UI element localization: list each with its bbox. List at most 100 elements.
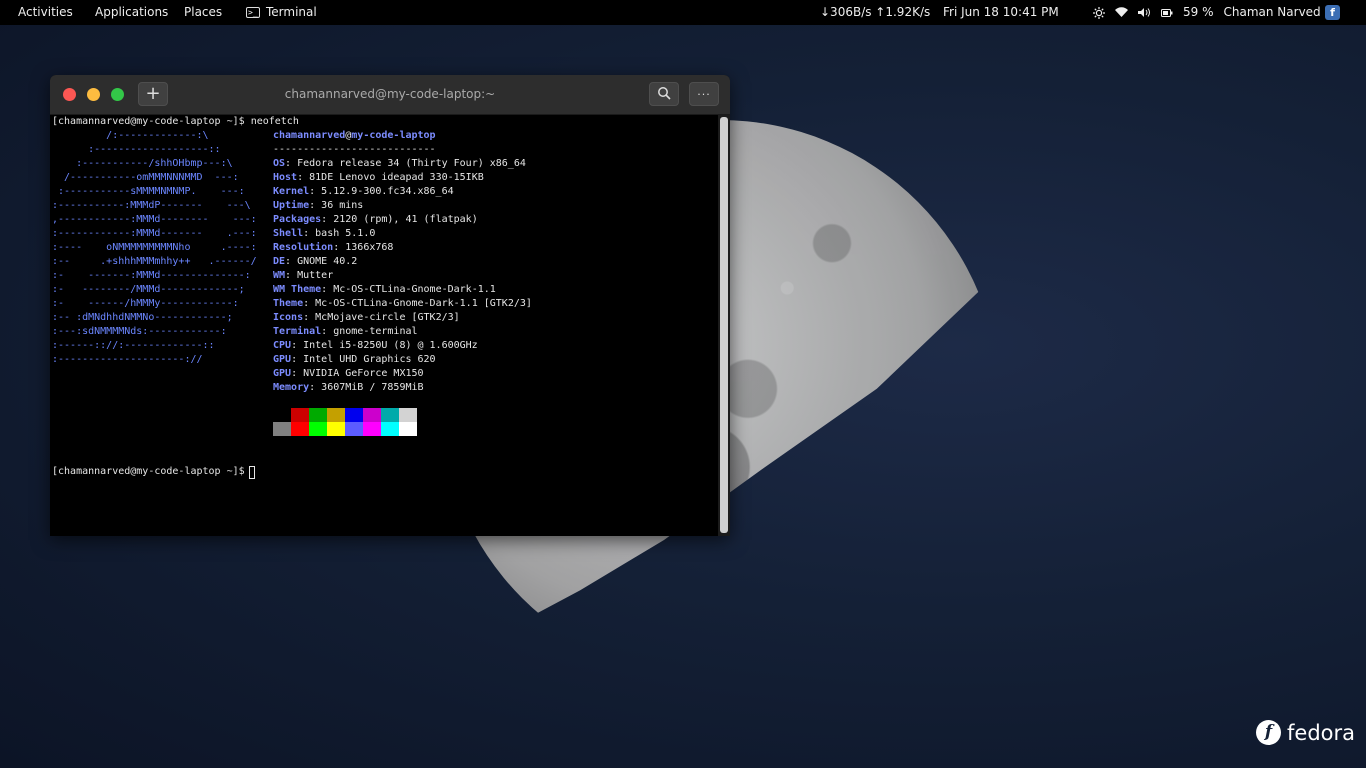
terminal-icon: >_ bbox=[246, 7, 260, 18]
info-value: 36 mins bbox=[321, 200, 364, 211]
info-value: 81DE Lenovo ideapad 330-15IKB bbox=[309, 172, 484, 183]
logo-line: ,------------:MMMd-------- ---: bbox=[52, 214, 257, 225]
info-key: OS bbox=[273, 158, 286, 169]
info-row: CPU: Intel i5-8250U (8) @ 1.600GHz bbox=[273, 340, 478, 351]
fedora-tray-icon[interactable]: f bbox=[1325, 5, 1340, 20]
palette-swatch bbox=[273, 408, 291, 422]
terminal-window[interactable]: + chamannarved@my-code-laptop:~ ··· [cha… bbox=[50, 75, 730, 536]
info-row: OS: Fedora release 34 (Thirty Four) x86_… bbox=[273, 158, 526, 169]
places-menu[interactable]: Places bbox=[184, 0, 222, 25]
scrollbar-thumb[interactable] bbox=[720, 117, 728, 533]
separator-line: --------------------------- bbox=[273, 144, 436, 155]
info-value: GNOME 40.2 bbox=[297, 256, 358, 267]
logo-line: /-----------omMMMNNNMMD ---: bbox=[52, 172, 239, 183]
user-name: Chaman Narved bbox=[1223, 5, 1321, 19]
logo-line: :- ------/hMMMy------------: bbox=[52, 298, 239, 309]
info-key: DE bbox=[273, 256, 286, 267]
second-prompt-line: [chamannarved@my-code-laptop ~]$ bbox=[52, 465, 251, 479]
minimize-button[interactable] bbox=[87, 88, 100, 101]
info-value: Intel UHD Graphics 620 bbox=[303, 354, 436, 365]
palette-swatch bbox=[399, 422, 417, 436]
info-key: WM Theme bbox=[273, 284, 322, 295]
activities-button[interactable]: Activities bbox=[18, 0, 73, 25]
new-tab-button[interactable]: + bbox=[138, 82, 168, 106]
app-menu-label: Terminal bbox=[266, 5, 317, 19]
palette-swatch bbox=[363, 422, 381, 436]
scrollbar[interactable] bbox=[718, 115, 730, 536]
logo-line: :- -------:MMMd--------------: bbox=[52, 270, 251, 281]
palette-swatch bbox=[327, 408, 345, 422]
fedora-logo: f fedora bbox=[1256, 720, 1355, 745]
info-value: Mc-OS-CTLina-Gnome-Dark-1.1 [GTK2/3] bbox=[315, 298, 532, 309]
fedora-icon: f bbox=[1256, 720, 1281, 745]
logo-line: /:-------------:\ bbox=[52, 130, 209, 141]
logo-line: :---:sdNMMMMNds:------------: bbox=[52, 326, 227, 337]
palette-swatch bbox=[273, 422, 291, 436]
info-value: McMojave-circle [GTK2/3] bbox=[315, 312, 460, 323]
info-key: WM bbox=[273, 270, 286, 281]
applications-menu[interactable]: Applications bbox=[95, 0, 168, 25]
info-key: Icons bbox=[273, 312, 304, 323]
info-key: Memory bbox=[273, 382, 310, 393]
battery-percent: 59 % bbox=[1183, 5, 1214, 19]
logo-line: :-------------------:: bbox=[52, 144, 221, 155]
prompt: [chamannarved@my-code-laptop ~]$ bbox=[52, 116, 251, 127]
app-menu-terminal[interactable]: >_ Terminal bbox=[246, 0, 317, 25]
info-key: GPU bbox=[273, 354, 292, 365]
palette-swatch bbox=[345, 422, 363, 436]
maximize-button[interactable] bbox=[111, 88, 124, 101]
info-value: Intel i5-8250U (8) @ 1.600GHz bbox=[303, 340, 478, 351]
info-row: GPU: Intel UHD Graphics 620 bbox=[273, 354, 436, 365]
window-titlebar[interactable]: + chamannarved@my-code-laptop:~ ··· bbox=[50, 75, 730, 115]
logo-line: :---- oNMMMMMMMMMNho .----: bbox=[52, 242, 257, 253]
palette-swatch bbox=[345, 408, 363, 422]
info-value: 1366x768 bbox=[345, 242, 394, 253]
username: chamannarved bbox=[273, 130, 346, 141]
info-value: bash 5.1.0 bbox=[315, 228, 376, 239]
info-row: Shell: bash 5.1.0 bbox=[273, 228, 376, 239]
info-row: Memory: 3607MiB / 7859MiB bbox=[273, 382, 424, 393]
logo-line: :---------------------:// bbox=[52, 354, 203, 365]
close-button[interactable] bbox=[63, 88, 76, 101]
logo-line: :------:://:-------------:: bbox=[52, 340, 215, 351]
logo-line: :-- .+shhhMMMmhhy++ .------/ bbox=[52, 256, 257, 267]
menu-button[interactable]: ··· bbox=[689, 82, 719, 106]
info-row: Terminal: gnome-terminal bbox=[273, 326, 418, 337]
volume-icon bbox=[1138, 7, 1151, 18]
palette-swatch bbox=[309, 408, 327, 422]
info-row: Packages: 2120 (rpm), 41 (flatpak) bbox=[273, 214, 478, 225]
info-key: Theme bbox=[273, 298, 304, 309]
clock[interactable]: Fri Jun 18 10:41 PM bbox=[943, 0, 1059, 25]
info-row: DE: GNOME 40.2 bbox=[273, 256, 358, 267]
info-key: CPU bbox=[273, 340, 292, 351]
palette-swatch bbox=[291, 408, 309, 422]
wifi-icon bbox=[1115, 7, 1128, 18]
hostname: my-code-laptop bbox=[351, 130, 436, 141]
info-row: Icons: McMojave-circle [GTK2/3] bbox=[273, 312, 460, 323]
search-button[interactable] bbox=[649, 82, 679, 106]
network-speed-indicator[interactable]: ↓306B/s ↑1.92K/s bbox=[820, 0, 930, 25]
info-row: WM: Mutter bbox=[273, 270, 334, 281]
info-row: Host: 81DE Lenovo ideapad 330-15IKB bbox=[273, 172, 484, 183]
palette-swatch bbox=[327, 422, 345, 436]
info-key: GPU bbox=[273, 368, 292, 379]
prompt: [chamannarved@my-code-laptop ~]$ bbox=[52, 466, 251, 477]
info-value: Fedora release 34 (Thirty Four) x86_64 bbox=[297, 158, 526, 169]
prompt-line: [chamannarved@my-code-laptop ~]$ neofetc… bbox=[52, 115, 299, 129]
info-row: Kernel: 5.12.9-300.fc34.x86_64 bbox=[273, 186, 454, 197]
palette-swatch bbox=[399, 408, 417, 422]
info-row: Uptime: 36 mins bbox=[273, 200, 364, 211]
top-panel: Activities Applications Places >_ Termin… bbox=[0, 0, 1366, 25]
user-host-line: chamannarved@my-code-laptop bbox=[273, 129, 436, 143]
info-key: Resolution bbox=[273, 242, 334, 253]
plus-icon: + bbox=[145, 83, 161, 104]
logo-line: :-- :dMNdhhdNMMNo------------; bbox=[52, 312, 233, 323]
logo-line: :-----------/shhOHbmp---:\ bbox=[52, 158, 233, 169]
info-value: NVIDIA GeForce MX150 bbox=[303, 368, 424, 379]
command: neofetch bbox=[250, 116, 299, 127]
terminal-content[interactable]: [chamannarved@my-code-laptop ~]$ neofetc… bbox=[52, 115, 716, 536]
palette-swatch bbox=[309, 422, 327, 436]
info-value: 2120 (rpm), 41 (flatpak) bbox=[333, 214, 478, 225]
info-key: Packages bbox=[273, 214, 322, 225]
system-status-menu[interactable]: 59 % Chaman Narved bbox=[1093, 0, 1321, 25]
